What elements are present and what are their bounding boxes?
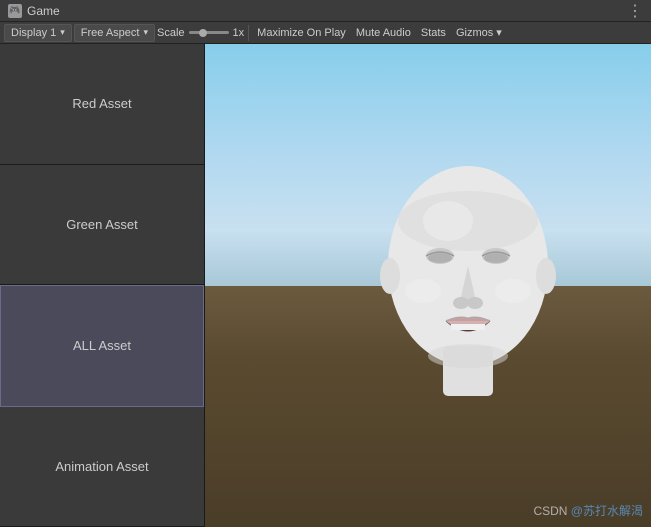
scale-slider[interactable] — [189, 31, 229, 34]
face-model — [368, 146, 568, 426]
viewport: CSDN @苏打水解渴 — [205, 44, 651, 527]
animation-asset-button[interactable]: Animation Asset — [0, 407, 204, 527]
gizmos-button[interactable]: Gizmos ▾ — [452, 26, 506, 39]
aspect-dropdown[interactable]: Free Aspect ▾ — [74, 24, 155, 42]
scale-slider-handle[interactable] — [199, 29, 207, 37]
green-asset-button[interactable]: Green Asset — [0, 165, 204, 286]
watermark: CSDN @苏打水解渴 — [533, 502, 643, 519]
all-asset-label: ALL Asset — [73, 338, 131, 353]
toolbar: Display 1 ▾ Free Aspect ▾ Scale 1x Maxim… — [0, 22, 651, 44]
toolbar-separator — [248, 25, 249, 41]
mute-audio-button[interactable]: Mute Audio — [352, 27, 415, 39]
maximize-on-play-button[interactable]: Maximize On Play — [253, 27, 350, 39]
main-content: Red Asset Green Asset ALL Asset Animatio… — [0, 44, 651, 527]
face-svg — [368, 146, 568, 426]
red-asset-button[interactable]: Red Asset — [0, 44, 204, 165]
window-menu-button[interactable]: ⋮ — [627, 1, 643, 21]
display-dropdown[interactable]: Display 1 ▾ — [4, 24, 72, 42]
scale-control: Scale 1x — [157, 27, 244, 39]
stats-button[interactable]: Stats — [417, 27, 450, 39]
chevron-down-icon: ▾ — [143, 27, 148, 38]
watermark-site: CSDN — [533, 504, 567, 518]
green-asset-label: Green Asset — [66, 217, 138, 232]
chevron-down-icon: ▾ — [60, 27, 65, 38]
red-asset-label: Red Asset — [72, 96, 131, 111]
chevron-down-icon: ▾ — [496, 27, 502, 39]
game-icon: 🎮 — [8, 4, 22, 18]
window-title: Game — [27, 4, 60, 18]
watermark-user: @苏打水解渴 — [571, 504, 643, 518]
title-bar: 🎮 Game ⋮ — [0, 0, 651, 22]
all-asset-button[interactable]: ALL Asset — [0, 285, 204, 407]
left-panel: Red Asset Green Asset ALL Asset Animatio… — [0, 44, 205, 527]
animation-asset-label: Animation Asset — [55, 459, 148, 474]
